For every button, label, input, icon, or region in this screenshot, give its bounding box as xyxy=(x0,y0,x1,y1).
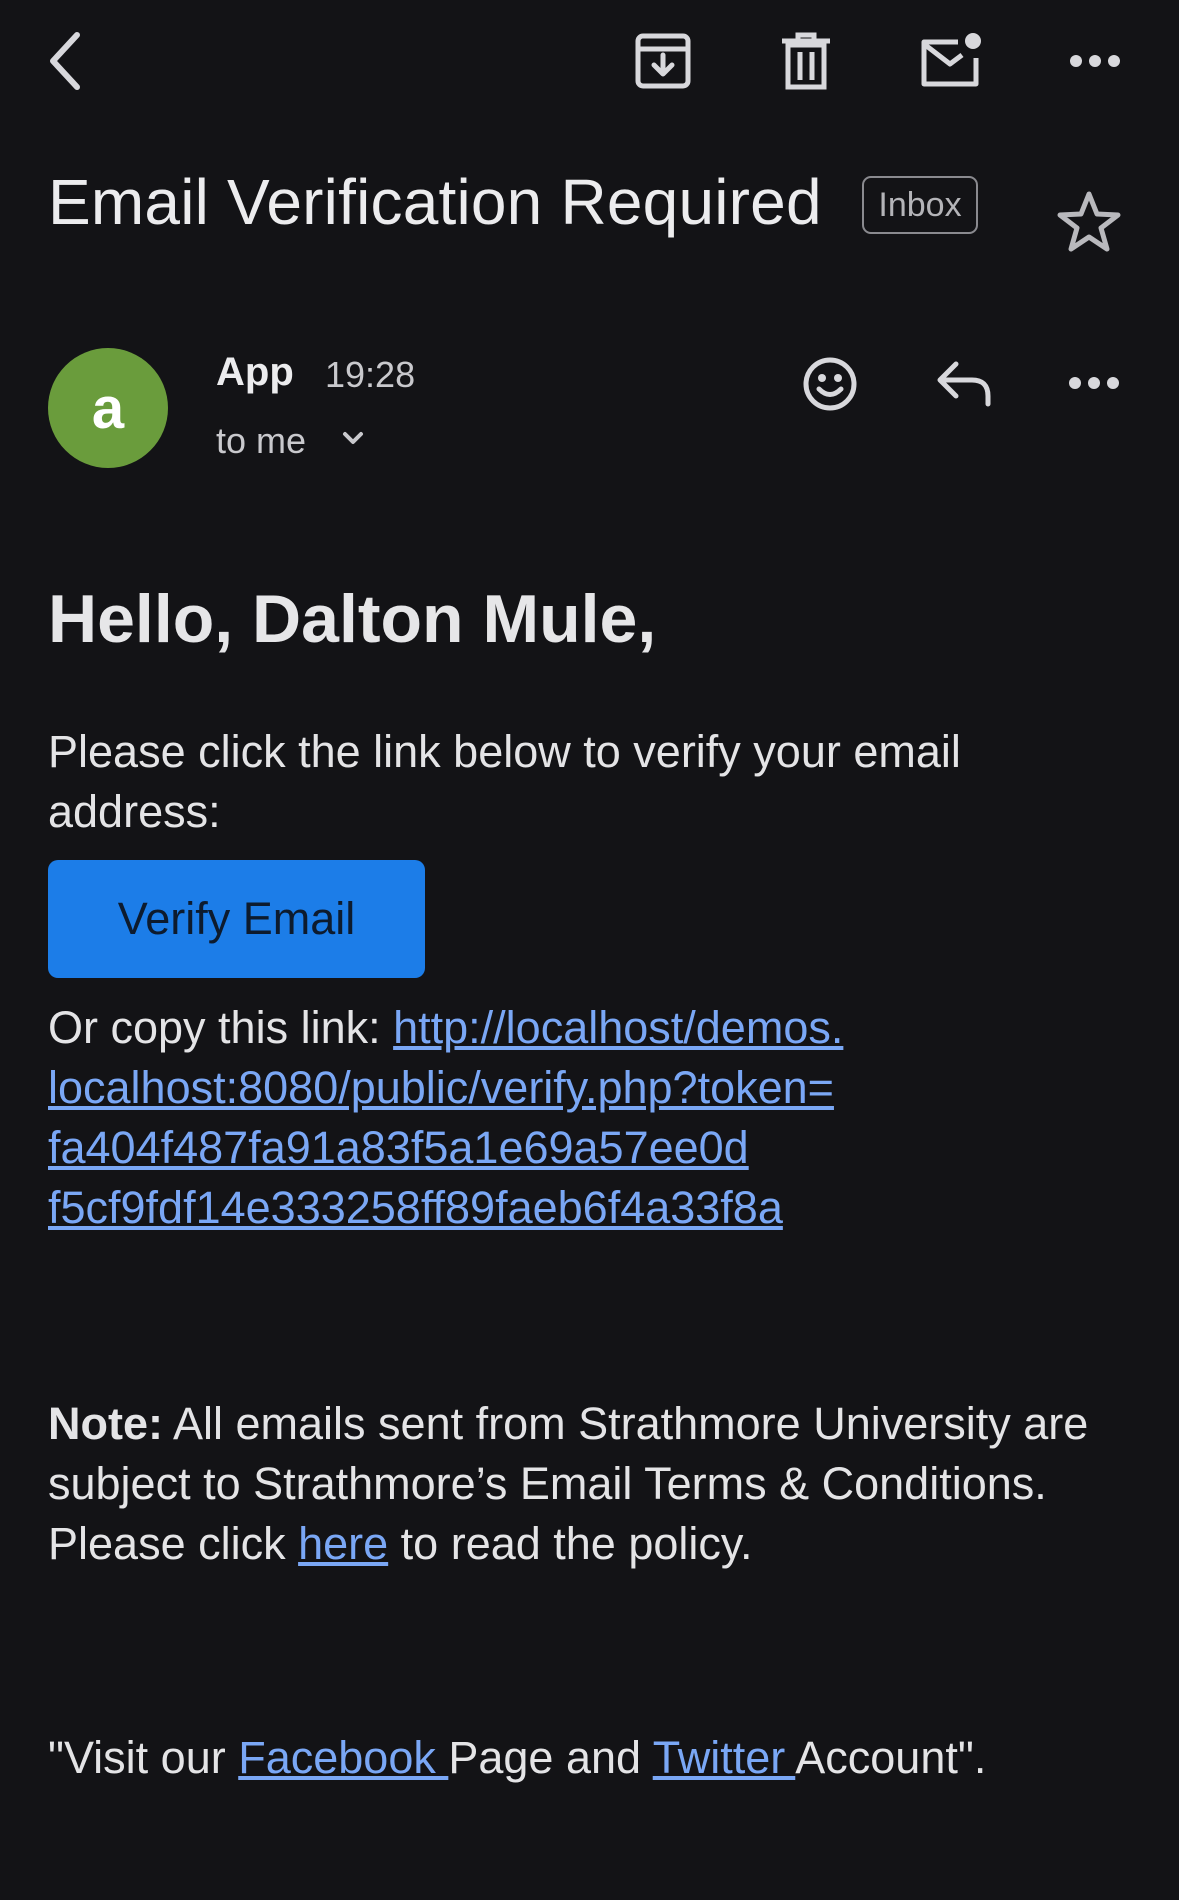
footer-text-1: "Visit our xyxy=(48,1732,239,1783)
mark-unread-icon[interactable] xyxy=(915,26,985,96)
note-paragraph: Note: All emails sent from Strathmore Un… xyxy=(48,1394,1128,1574)
more-horizontal-icon[interactable] xyxy=(1060,26,1130,96)
greeting-heading: Hello, Dalton Mule, xyxy=(48,581,657,657)
footer-paragraph: "Visit our Facebook Page and Twitter Acc… xyxy=(48,1728,1128,1788)
copy-link-paragraph: Or copy this link: http://localhost/demo… xyxy=(48,998,1128,1238)
verify-link-line-4[interactable]: f5cf9fdf14e333258ff89faeb6f4a33f8a xyxy=(48,1178,1128,1238)
star-icon[interactable] xyxy=(1056,190,1122,259)
back-arrow-icon[interactable] xyxy=(30,26,100,96)
verify-link-line-3[interactable]: fa404f487fa91a83f5a1e69a57ee0d xyxy=(48,1118,1128,1178)
footer-text-3: Account". xyxy=(795,1732,987,1783)
note-text-end: to read the policy. xyxy=(388,1518,753,1569)
chevron-down-icon[interactable] xyxy=(340,428,366,453)
emoji-reaction-icon[interactable] xyxy=(800,354,860,419)
verify-link-line-1[interactable]: http://localhost/demos. xyxy=(393,1002,843,1053)
recipient-label[interactable]: to me xyxy=(216,420,306,462)
trash-icon[interactable] xyxy=(771,26,841,96)
message-more-icon[interactable] xyxy=(1068,376,1120,395)
verify-link-line-2[interactable]: localhost:8080/public/verify.php?token= xyxy=(48,1058,1128,1118)
note-label: Note: xyxy=(48,1398,163,1449)
sender-name: App xyxy=(216,350,294,394)
facebook-link[interactable]: Facebook xyxy=(238,1732,448,1783)
sender-avatar[interactable]: a xyxy=(48,348,168,468)
inbox-label-badge[interactable]: Inbox xyxy=(862,176,978,234)
sent-time: 19:28 xyxy=(325,354,416,395)
verify-email-button[interactable]: Verify Email xyxy=(48,860,425,978)
twitter-link[interactable]: Twitter xyxy=(653,1732,796,1783)
email-subject: Email Verification Required xyxy=(48,166,822,238)
archive-icon[interactable] xyxy=(628,26,698,96)
policy-here-link[interactable]: here xyxy=(298,1518,388,1569)
reply-icon[interactable] xyxy=(934,358,994,413)
instruction-text: Please click the link below to verify yo… xyxy=(48,726,961,837)
footer-text-2: Page and xyxy=(448,1732,653,1783)
copy-link-prefix: Or copy this link: xyxy=(48,1002,394,1053)
